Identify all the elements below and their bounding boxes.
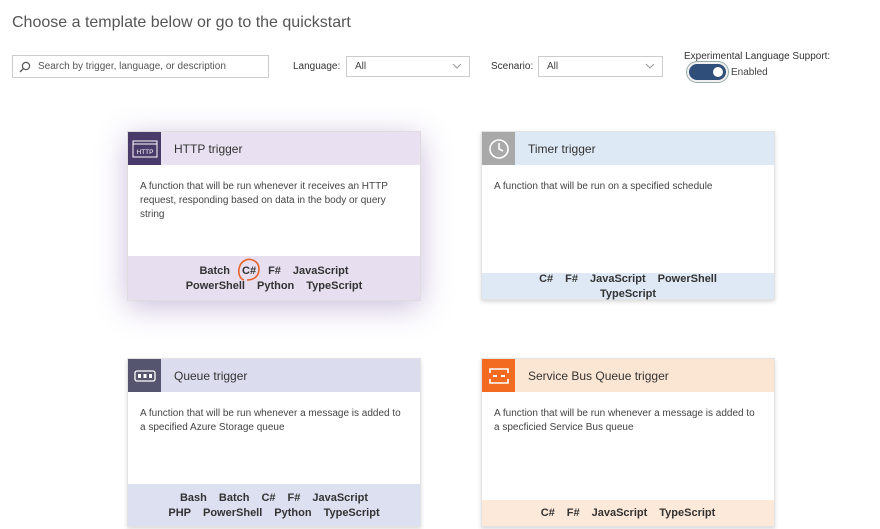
card-languages: Bash Batch C# F# JavaScript PHP PowerShe… xyxy=(128,484,420,526)
http-icon: HTTP xyxy=(128,132,161,165)
language-select[interactable]: All xyxy=(346,56,470,77)
search-box[interactable] xyxy=(12,55,269,78)
language-tag[interactable]: TypeScript xyxy=(600,288,656,300)
search-icon xyxy=(19,61,31,72)
language-tag[interactable]: F# xyxy=(268,265,281,277)
toggle-state-label: Enabled xyxy=(731,67,768,78)
scenario-select-value: All xyxy=(547,61,559,72)
language-tag[interactable]: F# xyxy=(565,273,578,285)
card-description: A function that will be run on a specifi… xyxy=(494,181,713,192)
card-title: Service Bus Queue trigger xyxy=(528,368,669,383)
language-tag[interactable]: C# xyxy=(541,507,555,519)
card-header: Queue trigger xyxy=(128,359,420,392)
queue-icon xyxy=(128,359,161,392)
toggle-knob xyxy=(713,67,723,77)
card-description: A function that will be run whenever it … xyxy=(140,181,388,220)
http-icon-text: HTTP xyxy=(136,149,153,156)
language-tag[interactable]: Batch xyxy=(219,492,250,504)
card-languages: Batch C# F# JavaScript PowerShell Python… xyxy=(128,256,420,300)
template-card-queue-trigger[interactable]: Queue trigger A function that will be ru… xyxy=(127,358,421,527)
language-tag[interactable]: Python xyxy=(257,280,294,292)
language-tag[interactable]: C# xyxy=(261,492,275,504)
experimental-language-toggle[interactable] xyxy=(689,64,726,80)
template-card-http-trigger[interactable]: HTTP HTTP trigger A function that will b… xyxy=(127,131,421,301)
language-select-value: All xyxy=(355,61,367,72)
language-tag[interactable]: F# xyxy=(288,492,301,504)
page-title: Choose a template below or go to the qui… xyxy=(12,14,351,31)
language-tag[interactable]: PowerShell xyxy=(658,273,717,285)
language-tag[interactable]: JavaScript xyxy=(293,265,349,277)
language-tag[interactable]: PowerShell xyxy=(203,507,262,519)
language-tag[interactable]: JavaScript xyxy=(312,492,368,504)
card-header: Service Bus Queue trigger xyxy=(482,359,774,392)
language-tag[interactable]: Python xyxy=(274,507,311,519)
language-tag[interactable]: TypeScript xyxy=(324,507,380,519)
language-tag[interactable]: TypeScript xyxy=(306,280,362,292)
language-tag[interactable]: Batch xyxy=(199,265,230,277)
card-description: A function that will be run whenever a m… xyxy=(494,408,755,433)
card-header: HTTP HTTP trigger xyxy=(128,132,420,165)
language-tag[interactable]: TypeScript xyxy=(659,507,715,519)
service-bus-icon xyxy=(482,359,515,392)
chevron-down-icon xyxy=(645,63,655,69)
card-description: A function that will be run whenever a m… xyxy=(140,408,401,433)
scenario-label: Scenario: xyxy=(491,61,534,72)
experimental-language-label: Experimental Language Support: xyxy=(684,51,831,62)
card-languages: C# F# JavaScript PowerShell TypeScript xyxy=(482,273,774,300)
language-tag[interactable]: PHP xyxy=(168,507,191,519)
card-header: Timer trigger xyxy=(482,132,774,165)
language-tag[interactable]: PowerShell xyxy=(186,280,245,292)
card-languages: C# F# JavaScript TypeScript xyxy=(482,500,774,526)
template-card-timer-trigger[interactable]: Timer trigger A function that will be ru… xyxy=(481,131,775,300)
chevron-down-icon xyxy=(452,63,462,69)
search-input[interactable] xyxy=(36,60,260,73)
language-tag[interactable]: JavaScript xyxy=(592,507,648,519)
language-tag[interactable]: JavaScript xyxy=(590,273,646,285)
language-tag[interactable]: F# xyxy=(567,507,580,519)
scenario-select[interactable]: All xyxy=(538,56,663,77)
card-title: Queue trigger xyxy=(174,368,248,383)
template-card-service-bus-queue-trigger[interactable]: Service Bus Queue trigger A function tha… xyxy=(481,358,775,527)
card-title: HTTP trigger xyxy=(174,141,243,156)
language-label: Language: xyxy=(293,61,341,72)
card-title: Timer trigger xyxy=(528,141,596,156)
language-tag-csharp[interactable]: C# xyxy=(237,258,260,281)
language-tag[interactable]: C# xyxy=(539,273,553,285)
clock-icon xyxy=(482,132,515,165)
language-tag[interactable]: Bash xyxy=(180,492,207,504)
